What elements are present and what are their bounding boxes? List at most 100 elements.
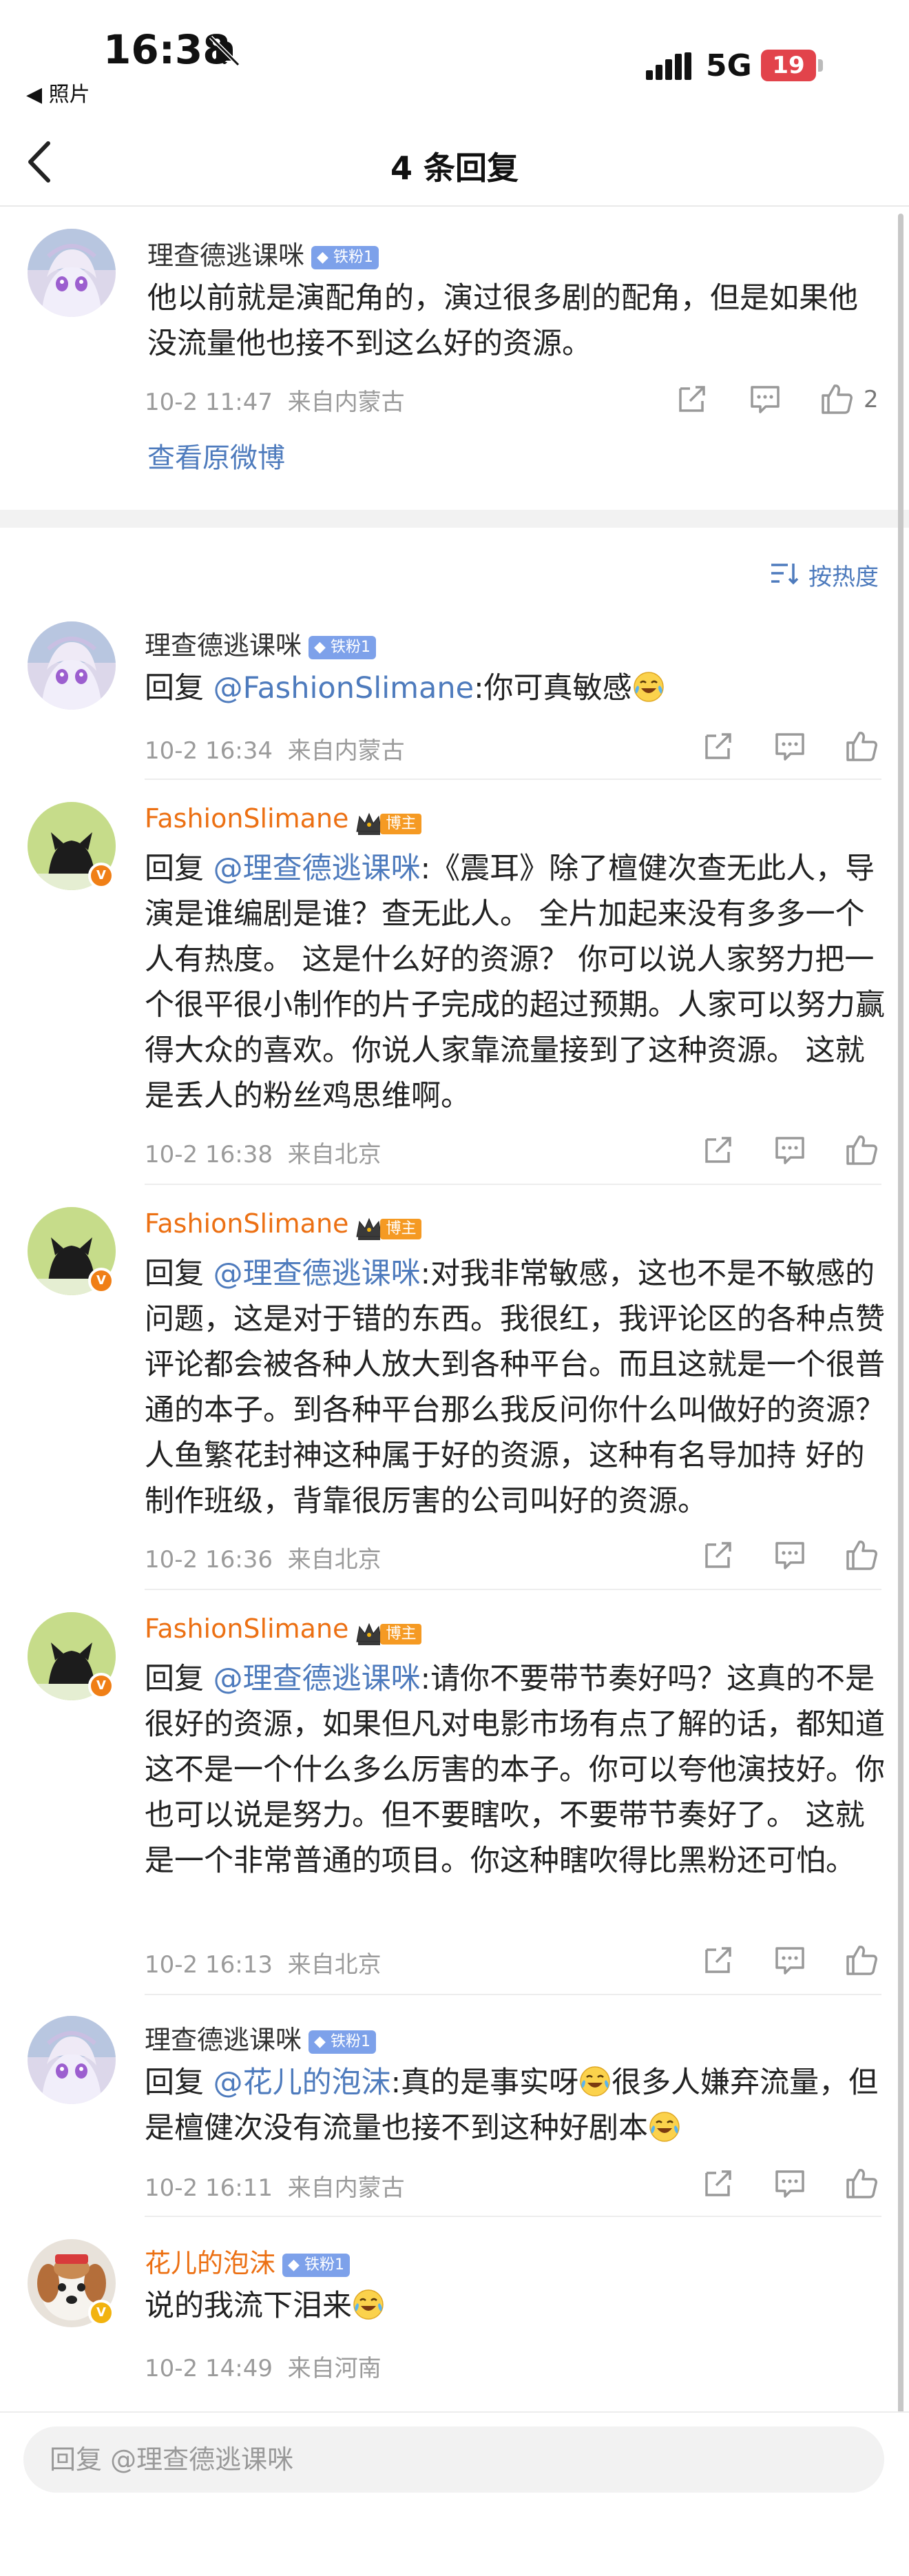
- mention-link[interactable]: @花儿的泡沫: [213, 2065, 391, 2100]
- status-bar: 16:38 ◀ 照片 5G 19: [0, 0, 909, 117]
- like-icon[interactable]: [844, 1943, 879, 1977]
- share-icon[interactable]: [701, 1133, 735, 1167]
- comment-icon[interactable]: [773, 2166, 807, 2201]
- comment-location: 来自北京: [287, 1141, 382, 1168]
- reply-prefix: 回复: [145, 1257, 213, 1291]
- comment-date: 10-2 11:47: [145, 389, 273, 416]
- mention-link[interactable]: @理查德逃课咪: [213, 1257, 421, 1291]
- reply-body: :你可真敏感: [474, 671, 632, 705]
- divider: [145, 779, 881, 780]
- back-to-photos-link[interactable]: ◀ 照片: [26, 77, 90, 107]
- sort-by-hot-button[interactable]: 按热度: [808, 558, 879, 592]
- comment-icon[interactable]: [773, 1943, 807, 1977]
- mention-link[interactable]: @理查德逃课咪: [213, 1662, 421, 1696]
- fan-badge: ◆ 铁粉1: [309, 2030, 376, 2054]
- reply-actions: [701, 1943, 880, 1981]
- reply-actions: [701, 1538, 880, 1576]
- comment-date: 10-2 16:36: [145, 1546, 273, 1574]
- share-icon[interactable]: [701, 1538, 735, 1572]
- reply-body: :真的是事实呀: [390, 2065, 579, 2100]
- fan-badge: ◆ 铁粉1: [309, 635, 376, 659]
- nav-divider: [0, 205, 909, 207]
- root-comment-text: 他以前就是演配角的，演过很多剧的配角，但是如果他没流量他也接不到这么好的资源。: [147, 281, 858, 361]
- username-text[interactable]: FashionSlimane: [145, 1208, 348, 1239]
- comment-location: 来自北京: [287, 1951, 382, 1979]
- reply-username[interactable]: FashionSlimane 博主: [145, 803, 422, 834]
- mention-link[interactable]: @FashionSlimane: [213, 671, 474, 705]
- comment-location: 来自北京: [287, 1546, 382, 1574]
- reply-username[interactable]: 花儿的泡沫 ◆ 铁粉1: [145, 2242, 350, 2280]
- section-gap: [0, 510, 909, 528]
- owner-tag: 博主: [380, 1219, 422, 1239]
- reply-text: 回复 @FashionSlimane:你可真敏感: [145, 666, 888, 711]
- reply-body: :对我非常敏感，这也不是不敏感的问题，这是对于错的东西。我很红，我评论区的各种点…: [145, 1257, 885, 1518]
- username-text[interactable]: FashionSlimane: [145, 1614, 348, 1644]
- mention-link[interactable]: @理查德逃课咪: [213, 852, 421, 886]
- username-text[interactable]: 花儿的泡沫: [145, 2248, 275, 2278]
- comment-location: 来自内蒙古: [287, 737, 405, 765]
- reply-username[interactable]: FashionSlimane 博主: [145, 1208, 422, 1239]
- share-icon[interactable]: [701, 2166, 735, 2201]
- root-username[interactable]: 理查德逃课咪 ◆ 铁粉1: [147, 234, 379, 272]
- username-text[interactable]: 理查德逃课咪: [145, 630, 302, 661]
- verified-badge-icon: V: [88, 1268, 114, 1294]
- comment-icon[interactable]: [773, 1538, 807, 1572]
- laugh-cry-emoji: [578, 2065, 612, 2098]
- like-icon[interactable]: [844, 1538, 879, 1572]
- verified-badge-icon: V: [88, 2300, 114, 2326]
- avatar[interactable]: [28, 621, 116, 710]
- verified-badge-icon: V: [88, 1673, 114, 1699]
- view-original-weibo-link[interactable]: 查看原微博: [147, 435, 285, 475]
- share-icon[interactable]: [675, 382, 709, 416]
- comment-date: 10-2 14:49: [145, 2355, 273, 2382]
- reply-actions: [701, 729, 880, 767]
- share-icon[interactable]: [701, 1943, 735, 1977]
- scrollbar[interactable]: [898, 214, 903, 2415]
- battery-level: 19: [761, 50, 816, 81]
- reply-username[interactable]: 理查德逃课咪 ◆ 铁粉1: [145, 2019, 376, 2057]
- comment-icon[interactable]: [773, 1133, 807, 1167]
- username-text[interactable]: 理查德逃课咪: [147, 240, 304, 271]
- reply-text: 回复 @花儿的泡沫:真的是事实呀 很多人嫌弃流量，但是檀健次没有流量也接不到这种好…: [145, 2060, 888, 2151]
- username-text[interactable]: FashionSlimane: [145, 803, 348, 834]
- fan-badge: ◆ 铁粉1: [282, 2253, 350, 2277]
- comment-meta: 10-2 16:38 来自北京: [145, 1135, 382, 1169]
- comment-date: 10-2 16:11: [145, 2174, 273, 2202]
- signal-icon: [646, 52, 691, 80]
- owner-badge: 博主: [354, 807, 422, 834]
- fan-badge-label: 铁粉1: [330, 638, 370, 656]
- page-title: 4 条回复: [390, 150, 519, 187]
- comment-icon[interactable]: [748, 382, 782, 416]
- sort-icon[interactable]: [770, 561, 799, 586]
- comment-meta: 10-2 16:11 来自内蒙古: [145, 2169, 405, 2203]
- like-icon[interactable]: [844, 2166, 879, 2201]
- nav-bar: 4 条回复: [0, 117, 909, 207]
- owner-tag: 博主: [380, 814, 422, 834]
- bell-slash-icon: [209, 35, 240, 67]
- like-icon[interactable]: [844, 1133, 879, 1167]
- reply-username[interactable]: 理查德逃课咪 ◆ 铁粉1: [145, 624, 376, 662]
- comment-meta: 10-2 16:34 来自内蒙古: [145, 732, 405, 765]
- avatar[interactable]: [28, 229, 116, 317]
- reply-text: 说的我流下泪来: [145, 2283, 888, 2329]
- laugh-cry-emoji: [632, 670, 665, 703]
- laugh-cry-emoji: [352, 2288, 385, 2321]
- username-text[interactable]: 理查德逃课咪: [145, 2025, 302, 2055]
- owner-badge: 博主: [354, 1618, 422, 1644]
- comment-location: 来自河南: [287, 2355, 382, 2382]
- divider: [145, 2216, 881, 2217]
- avatar[interactable]: [28, 2016, 116, 2104]
- reply-text: 回复 @理查德逃课咪:请你不要带节奏好吗？这真的不是很好的资源，如果但凡对电影市…: [145, 1656, 888, 1884]
- reply-input[interactable]: 回复 @理查德逃课咪: [23, 2426, 884, 2493]
- reply-body: :《震耳》除了檀健次查无此人，导演是谁编剧是谁？查无此人。 全片加起来没有多多一…: [145, 852, 885, 1113]
- reply-username[interactable]: FashionSlimane 博主: [145, 1614, 422, 1644]
- reply-prefix: 回复: [145, 2065, 213, 2100]
- like-icon[interactable]: [819, 382, 854, 416]
- reply-prefix: 回复: [145, 852, 213, 886]
- fan-badge-label: 铁粉1: [304, 2256, 344, 2274]
- comment-meta: 10-2 11:47 来自内蒙古: [145, 383, 405, 417]
- like-icon[interactable]: [844, 729, 879, 763]
- share-icon[interactable]: [701, 729, 735, 763]
- comment-location: 来自内蒙古: [287, 2174, 405, 2202]
- comment-icon[interactable]: [773, 729, 807, 763]
